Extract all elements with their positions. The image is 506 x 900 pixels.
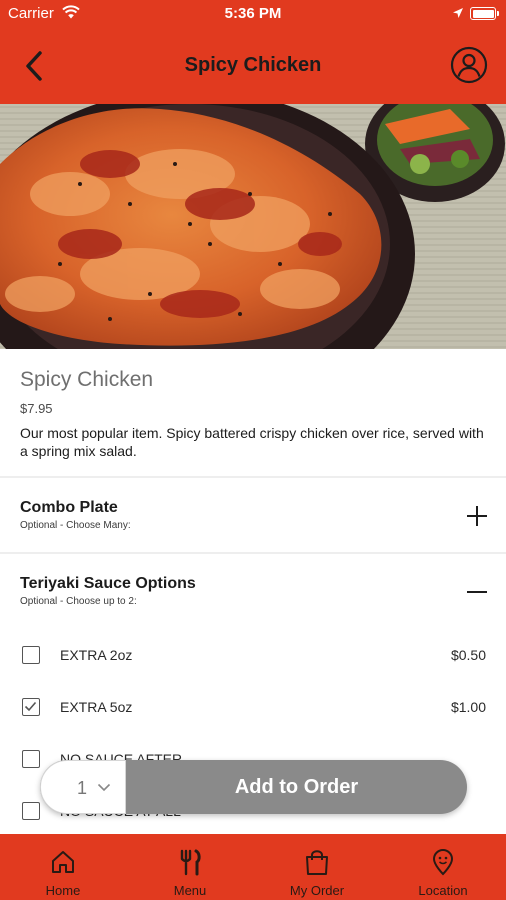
item-details: Spicy Chicken $7.95 Our most popular ite…: [20, 368, 490, 460]
item-description: Our most popular item. Spicy battered cr…: [20, 425, 484, 459]
chevron-down-icon: [97, 783, 111, 792]
page-title: Spicy Chicken: [184, 54, 322, 76]
plus-icon[interactable]: [466, 505, 488, 527]
option-label: EXTRA 2oz: [60, 647, 133, 663]
checkmark-icon: [24, 701, 37, 712]
option-extra-5oz[interactable]: EXTRA 5oz $1.00: [20, 694, 486, 720]
section-subtitle: Optional - Choose Many:: [20, 520, 131, 531]
checkbox-unchecked[interactable]: [22, 750, 40, 768]
option-label: EXTRA 5oz: [60, 699, 133, 715]
section-teriyaki-sauce-options[interactable]: Teriyaki Sauce Options Optional - Choose…: [20, 575, 488, 607]
tab-home[interactable]: Home: [0, 834, 126, 900]
tab-menu[interactable]: Menu: [127, 834, 253, 900]
add-to-order-button[interactable]: Add to Order: [126, 760, 467, 814]
item-price: $7.95: [20, 401, 53, 416]
utensils-icon: [180, 849, 201, 876]
quantity-value: 1: [77, 778, 88, 798]
tab-bar: Home Menu My Order Location: [0, 834, 506, 900]
order-bar: 1 Add to Order: [40, 760, 467, 814]
shopping-bag-icon: [306, 850, 328, 875]
section-subtitle: Optional - Choose up to 2:: [20, 596, 137, 607]
item-photo: [0, 104, 506, 349]
user-icon: [450, 46, 488, 84]
nav-bar: Spicy Chicken: [0, 28, 506, 104]
status-bar: Carrier 5:36 PM: [0, 0, 506, 28]
tab-label: My Order: [289, 883, 345, 898]
divider: [0, 552, 506, 554]
section-title: Combo Plate: [20, 499, 118, 516]
battery-icon: [470, 7, 499, 20]
tab-location[interactable]: Location: [380, 834, 506, 900]
home-icon: [52, 851, 74, 873]
option-price: $0.50: [450, 647, 486, 663]
checkbox-unchecked[interactable]: [22, 802, 40, 820]
item-name: Spicy Chicken: [20, 368, 154, 391]
tab-label: Menu: [173, 883, 207, 898]
status-time: 5:36 PM: [224, 5, 282, 22]
option-extra-2oz[interactable]: EXTRA 2oz $0.50: [20, 642, 486, 668]
tab-my-order[interactable]: My Order: [254, 834, 380, 900]
divider: [0, 476, 506, 478]
tab-label: Location: [418, 883, 468, 898]
location-arrow-icon: [452, 6, 464, 24]
checkbox-unchecked[interactable]: [22, 646, 40, 664]
minus-icon[interactable]: [466, 581, 488, 603]
checkbox-checked[interactable]: [22, 698, 40, 716]
profile-button[interactable]: [450, 46, 488, 84]
section-title: Teriyaki Sauce Options: [20, 575, 196, 592]
tab-label: Home: [45, 883, 81, 898]
quantity-selector[interactable]: 1: [40, 760, 126, 814]
option-price: $1.00: [450, 699, 486, 715]
map-pin-icon: [432, 849, 454, 876]
section-combo-plate[interactable]: Combo Plate Optional - Choose Many:: [20, 499, 488, 531]
